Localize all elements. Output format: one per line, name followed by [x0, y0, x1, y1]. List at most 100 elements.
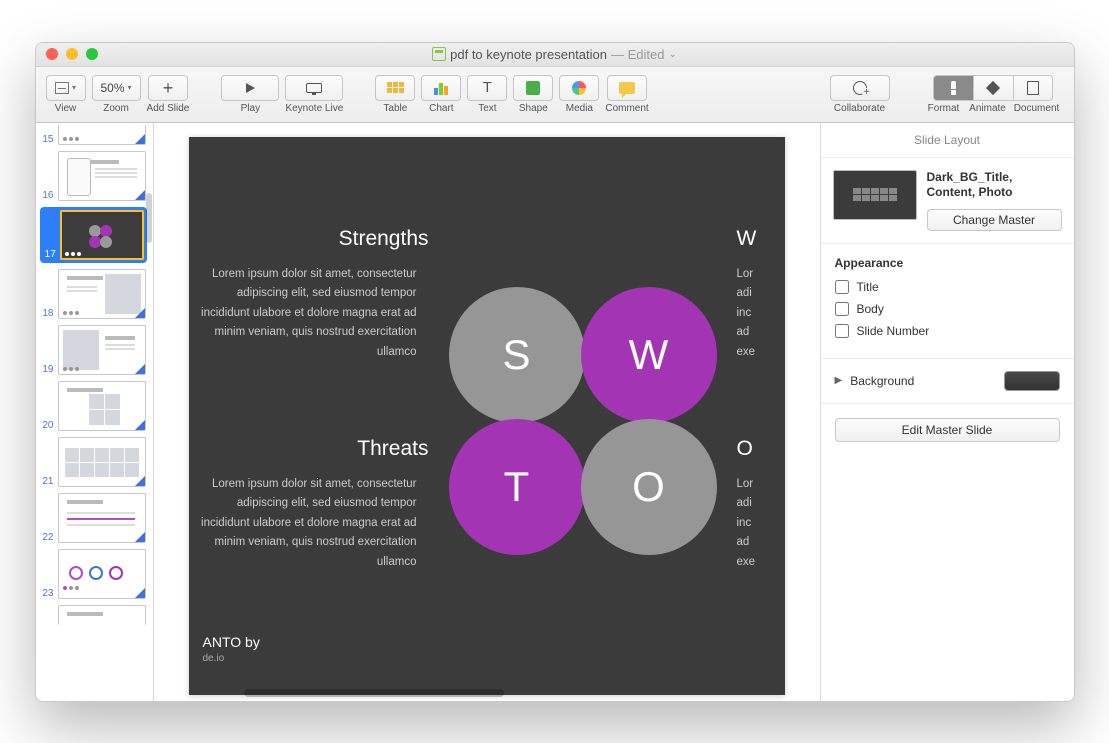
slide-number: 21 — [40, 476, 54, 487]
chart-button[interactable] — [421, 75, 461, 101]
play-icon — [246, 83, 255, 93]
format-label: Format — [922, 103, 966, 114]
body-checkbox[interactable] — [835, 302, 849, 316]
swot-circle-t[interactable]: T — [449, 419, 585, 555]
format-tab[interactable] — [933, 75, 973, 101]
footer-line1: ANTO by — [203, 633, 260, 651]
opportunities-title[interactable]: O — [725, 437, 785, 461]
animate-tab[interactable] — [973, 75, 1013, 101]
thumbnail-scrollbar[interactable] — [146, 193, 152, 243]
weaknesses-title[interactable]: W — [725, 227, 785, 251]
slide-number: 19 — [40, 364, 54, 375]
background-color-swatch[interactable] — [1004, 371, 1060, 391]
slide-thumbnail-18[interactable] — [58, 269, 146, 319]
slide-thumbnail-15[interactable] — [58, 125, 146, 145]
slide-thumbnail-17[interactable] — [60, 210, 144, 260]
table-icon — [387, 82, 404, 93]
background-disclosure-icon[interactable]: ▶ — [835, 375, 843, 386]
comment-button[interactable] — [607, 75, 647, 101]
comment-icon — [619, 82, 635, 94]
chevron-down-icon: ▾ — [72, 83, 76, 92]
edit-master-slide-button[interactable]: Edit Master Slide — [835, 418, 1060, 442]
view-icon — [55, 82, 69, 94]
swot-circle-o[interactable]: O — [581, 419, 717, 555]
title-dropdown-icon[interactable]: ⌄ — [668, 49, 676, 60]
strengths-title[interactable]: Strengths — [189, 227, 429, 251]
chart-label: Chart — [429, 103, 453, 114]
window-titlebar: pdf to keynote presentation — Edited ⌄ — [36, 43, 1074, 67]
text-label: Text — [478, 103, 496, 114]
zoom-window-button[interactable] — [86, 48, 98, 60]
shape-icon — [526, 81, 540, 95]
chevron-down-icon: ▾ — [128, 83, 132, 92]
keynote-live-label: Keynote Live — [285, 103, 343, 114]
shape-button[interactable] — [513, 75, 553, 101]
text-icon: T — [483, 79, 492, 96]
minimize-window-button[interactable] — [66, 48, 78, 60]
document-label: Document — [1010, 103, 1064, 114]
appearance-heading: Appearance — [835, 256, 1060, 270]
canvas-horizontal-scrollbar[interactable] — [214, 689, 820, 699]
format-icon — [947, 81, 959, 95]
keynote-live-button[interactable] — [285, 75, 343, 101]
media-button[interactable] — [559, 75, 599, 101]
slide-thumbnail-23[interactable] — [58, 549, 146, 599]
slide-canvas[interactable]: Strengths Lorem ipsum dolor sit amet, co… — [154, 123, 820, 701]
inspector-header: Slide Layout — [821, 123, 1074, 158]
animate-label: Animate — [966, 103, 1010, 114]
comment-label: Comment — [605, 103, 648, 114]
zoom-button[interactable]: 50%▾ — [92, 75, 141, 101]
slide-thumbnail-22[interactable] — [58, 493, 146, 543]
body-checkbox-row[interactable]: Body — [835, 302, 1060, 316]
change-master-button[interactable]: Change Master — [927, 209, 1062, 231]
chart-icon — [434, 81, 448, 95]
slide-thumbnail-16[interactable] — [58, 151, 146, 201]
strengths-body[interactable]: Lorem ipsum dolor sit amet, consectetur … — [189, 265, 429, 363]
slidenum-checkbox-row[interactable]: Slide Number — [835, 324, 1060, 338]
swot-circle-w[interactable]: W — [581, 287, 717, 423]
slide-number: 23 — [40, 588, 54, 599]
swot-circle-s[interactable]: S — [449, 287, 585, 423]
slide-thumbnail-21[interactable] — [58, 437, 146, 487]
close-window-button[interactable] — [46, 48, 58, 60]
background-label: Background — [850, 374, 914, 388]
title-checkbox[interactable] — [835, 280, 849, 294]
opportunities-body[interactable]: Lor adi inc ad exe — [725, 475, 785, 573]
toolbar: ▾ View 50%▾ Zoom + Add Slide Play Keynot… — [36, 67, 1074, 123]
collaborate-label: Collaborate — [834, 103, 885, 114]
threats-title[interactable]: Threats — [189, 437, 429, 461]
slide-number: 22 — [40, 532, 54, 543]
title-checkbox-row[interactable]: Title — [835, 280, 1060, 294]
threats-body[interactable]: Lorem ipsum dolor sit amet, consectetur … — [189, 475, 429, 573]
master-thumbnail — [833, 170, 917, 220]
slide-thumbnail-20[interactable] — [58, 381, 146, 431]
keynote-window: pdf to keynote presentation — Edited ⌄ ▾… — [35, 42, 1075, 702]
swot-diagram[interactable]: S W T O — [449, 287, 729, 567]
zoom-value: 50% — [101, 81, 125, 95]
document-tab[interactable] — [1013, 75, 1053, 101]
slide-content[interactable]: Strengths Lorem ipsum dolor sit amet, co… — [189, 137, 785, 695]
table-button[interactable] — [375, 75, 415, 101]
table-label: Table — [383, 103, 407, 114]
animate-icon — [986, 80, 1000, 94]
document-icon — [1027, 81, 1039, 95]
slide-thumbnail-next[interactable] — [58, 605, 146, 625]
media-label: Media — [566, 103, 593, 114]
window-title: pdf to keynote presentation — [450, 47, 607, 62]
slidenum-checkbox[interactable] — [835, 324, 849, 338]
slide-number: 16 — [40, 190, 54, 201]
slide-thumbnail-19[interactable] — [58, 325, 146, 375]
title-checkbox-label: Title — [857, 280, 879, 294]
collaborate-button[interactable] — [830, 75, 890, 101]
slide-number: 15 — [40, 134, 54, 145]
body-checkbox-label: Body — [857, 302, 884, 316]
weaknesses-body[interactable]: Lor adi inc ad exe — [725, 265, 785, 363]
slide-navigator[interactable]: 15 16 17 18 19 20 21 22 23 — [36, 123, 154, 701]
add-slide-button[interactable]: + — [148, 75, 188, 101]
keynote-live-icon — [306, 83, 322, 93]
slide-footer[interactable]: ANTO by de.io — [203, 633, 260, 664]
view-button[interactable]: ▾ — [46, 75, 86, 101]
text-button[interactable]: T — [467, 75, 507, 101]
master-name: Dark_BG_Title, Content, Photo — [927, 170, 1062, 201]
play-button[interactable] — [221, 75, 279, 101]
